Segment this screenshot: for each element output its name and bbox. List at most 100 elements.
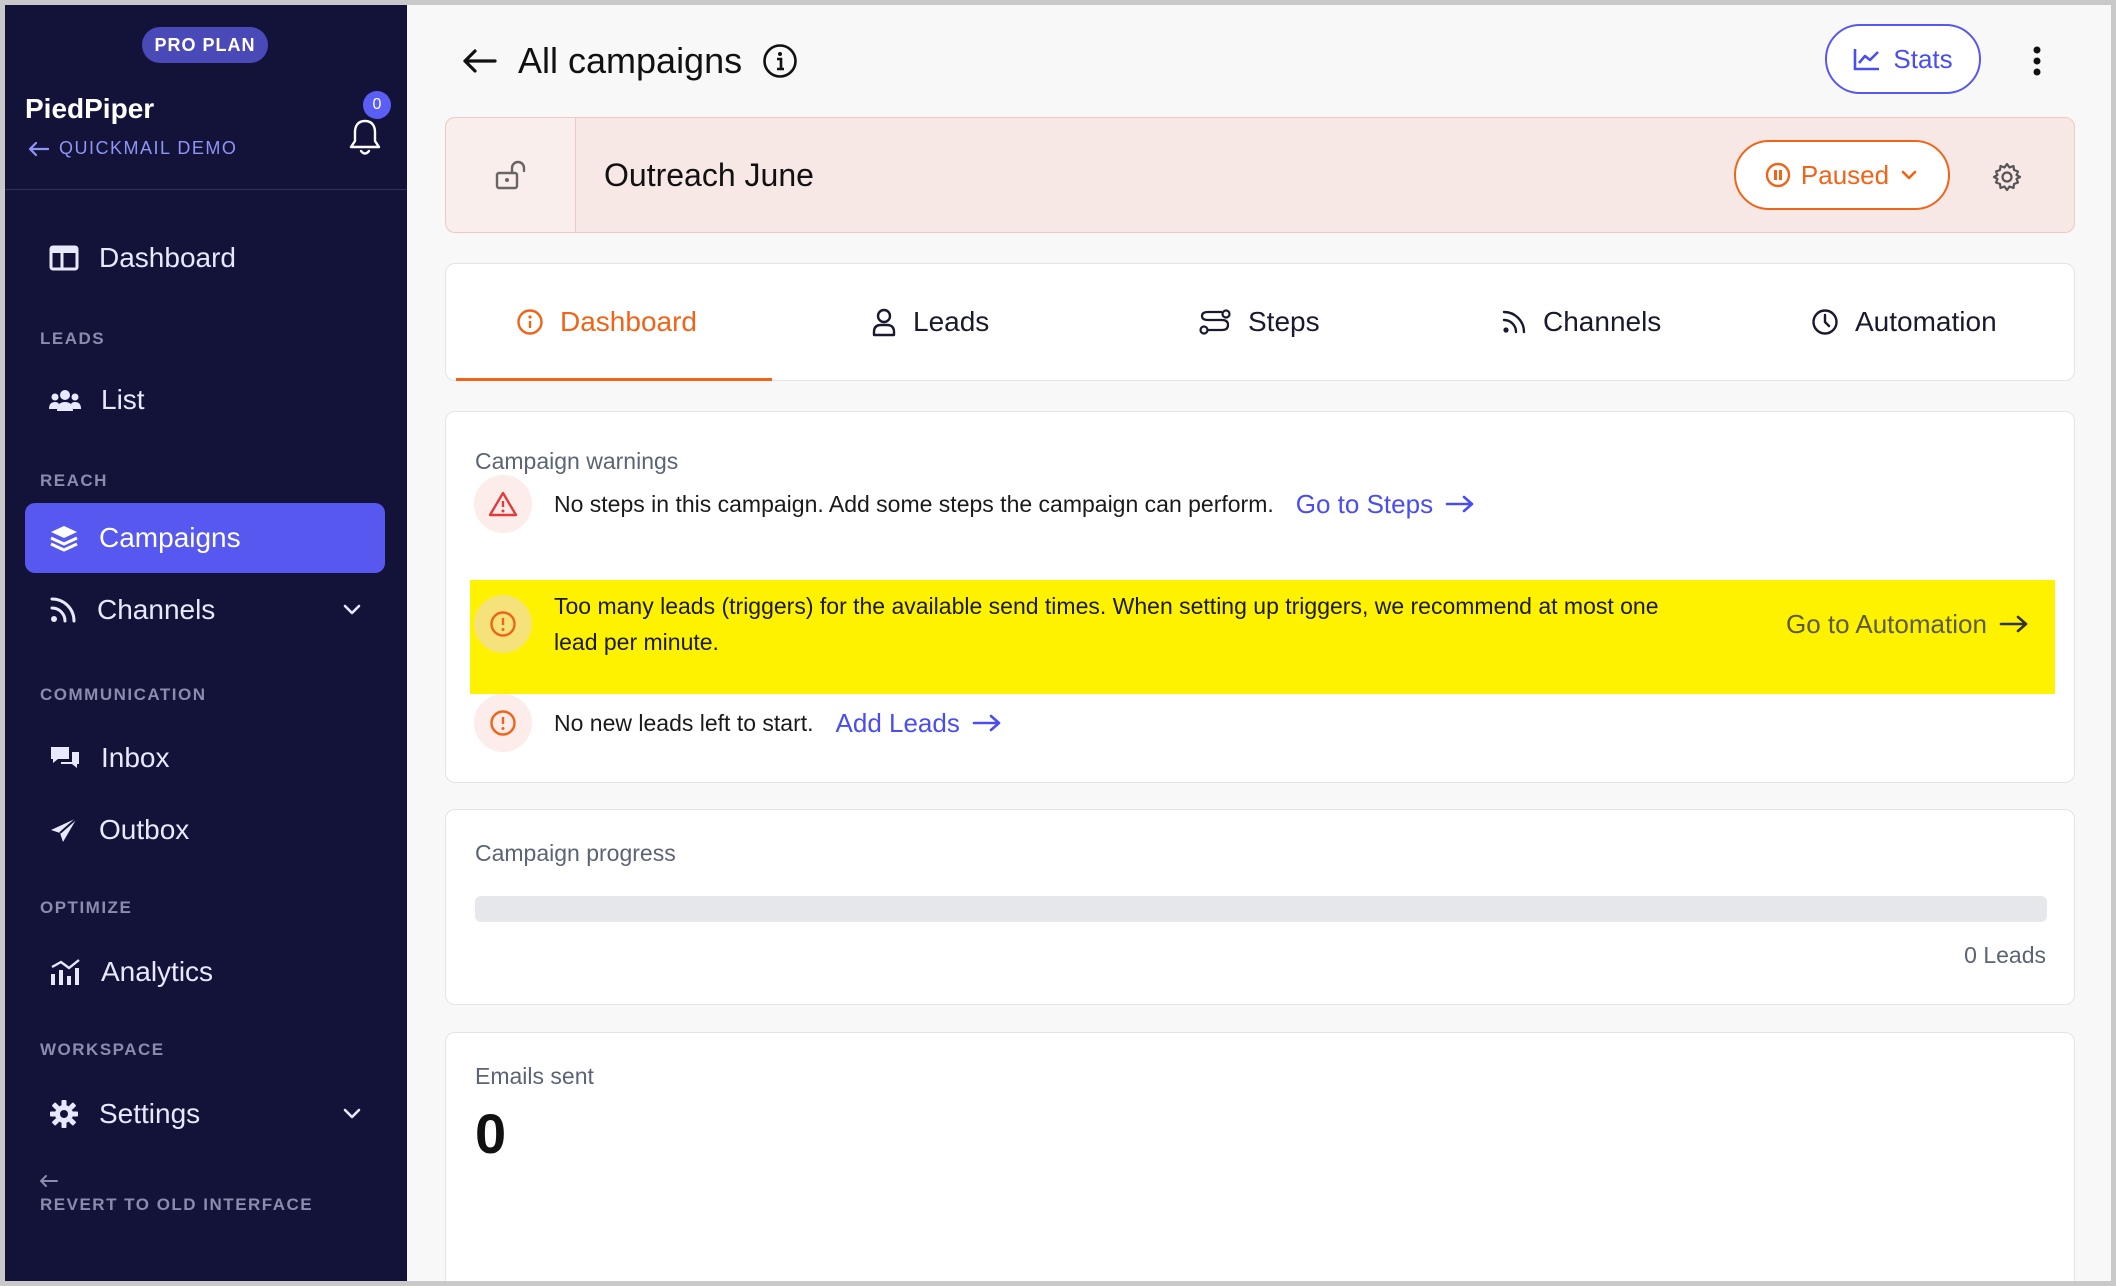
- settings-gear-icon[interactable]: [1992, 162, 2022, 192]
- sidebar-item-label: Outbox: [99, 814, 190, 845]
- section-communication: COMMUNICATION: [40, 685, 207, 704]
- users-icon: [49, 390, 81, 411]
- stats-button[interactable]: Stats: [1825, 24, 1981, 94]
- page-header: All campaigns: [462, 40, 798, 82]
- tab-leads[interactable]: Leads: [871, 264, 989, 380]
- revert-interface-link[interactable]: REVERT TO OLD INTERFACE: [40, 1195, 313, 1215]
- main-content: All campaigns Stats Outreach June Paused: [407, 5, 2111, 1281]
- tab-label: Leads: [913, 306, 990, 337]
- chevron-down-icon: [343, 604, 361, 615]
- clock-icon: [1812, 309, 1838, 335]
- tab-label: Steps: [1248, 306, 1320, 337]
- section-optimize: OPTIMIZE: [40, 898, 133, 917]
- campaign-warnings-card: Campaign warnings No steps in this campa…: [445, 411, 2075, 783]
- warning-text: Too many leads (triggers) for the availa…: [554, 588, 1754, 660]
- progress-bar: [475, 896, 2047, 922]
- page-title: All campaigns: [518, 40, 743, 81]
- sidebar-item-dashboard[interactable]: Dashboard: [25, 223, 385, 293]
- section-workspace: WORKSPACE: [40, 1040, 165, 1059]
- layout-icon: [49, 245, 79, 271]
- sidebar: PRO PLAN PiedPiper QUICKMAIL DEMO 0 Dash…: [5, 5, 407, 1281]
- route-icon: [1199, 309, 1231, 335]
- info-icon[interactable]: [762, 43, 798, 79]
- arrow-right-icon: [1445, 495, 1474, 513]
- warning-text-line: Too many leads (triggers) for the availa…: [554, 593, 1659, 619]
- tab-label: Channels: [1543, 306, 1662, 337]
- sidebar-item-label: Analytics: [101, 956, 214, 987]
- tab-steps[interactable]: Steps: [1198, 264, 1320, 380]
- more-options-icon[interactable]: [2031, 45, 2043, 77]
- alert-circle-icon: [490, 611, 516, 637]
- sidebar-item-inbox[interactable]: Inbox: [25, 723, 385, 793]
- sidebar-item-outbox[interactable]: Outbox: [25, 795, 385, 865]
- alert-triangle-icon: [488, 491, 518, 517]
- sidebar-item-settings[interactable]: Settings: [25, 1079, 385, 1149]
- arrow-right-icon: [972, 714, 1001, 732]
- sidebar-item-label: Inbox: [101, 742, 170, 773]
- chevron-down-icon: [1901, 170, 1917, 180]
- tab-dashboard[interactable]: Dashboard: [516, 264, 697, 380]
- warnings-title: Campaign warnings: [475, 448, 679, 474]
- sidebar-item-list[interactable]: List: [25, 365, 385, 435]
- tab-automation[interactable]: Automation: [1811, 264, 1997, 380]
- status-dropdown[interactable]: Paused: [1734, 140, 1950, 210]
- back-arrow-icon[interactable]: [462, 48, 498, 74]
- sidebar-item-analytics[interactable]: Analytics: [25, 937, 385, 1007]
- sidebar-item-label: Channels: [97, 594, 216, 625]
- emails-sent-card: Emails sent 0: [445, 1032, 2075, 1281]
- paper-plane-icon: [51, 817, 78, 842]
- rss-icon: [1502, 310, 1526, 334]
- gear-icon: [50, 1100, 78, 1128]
- chart-icon: [51, 959, 80, 985]
- sidebar-divider: [5, 189, 407, 190]
- sidebar-item-label: List: [101, 384, 145, 415]
- warning-text-line: lead per minute.: [554, 629, 719, 655]
- campaign-progress-card: Campaign progress 0 Leads: [445, 809, 2075, 1005]
- tab-label: Automation: [1855, 306, 1997, 337]
- layers-icon: [50, 526, 78, 552]
- campaign-header-card: Outreach June Paused: [445, 117, 2075, 233]
- warning-row: Too many leads (triggers) for the availa…: [474, 588, 2054, 660]
- emails-sent-title: Emails sent: [475, 1063, 594, 1089]
- status-label: Paused: [1800, 159, 1890, 190]
- arrow-right-icon: [1999, 615, 2028, 633]
- sidebar-item-campaigns[interactable]: Campaigns: [25, 503, 385, 573]
- chat-icon: [51, 747, 79, 768]
- section-reach: REACH: [40, 471, 108, 490]
- sidebar-item-channels[interactable]: Channels: [25, 575, 385, 645]
- add-leads-link[interactable]: Add Leads: [836, 708, 1002, 739]
- unlock-icon: [495, 160, 525, 190]
- progress-title: Campaign progress: [475, 840, 676, 866]
- lock-toggle[interactable]: [446, 118, 576, 232]
- sidebar-item-label: Campaigns: [99, 522, 241, 553]
- tab-channels[interactable]: Channels: [1501, 264, 1661, 380]
- bell-icon[interactable]: [347, 117, 383, 157]
- org-sub-label: QUICKMAIL DEMO: [59, 138, 238, 158]
- info-circle-icon: [517, 309, 543, 335]
- campaign-tabs: Dashboard Leads Steps Channels Automatio…: [445, 263, 2075, 381]
- org-name[interactable]: PiedPiper: [25, 93, 154, 125]
- link-label: Add Leads: [835, 707, 960, 738]
- link-label: Go to Steps: [1295, 488, 1434, 519]
- alert-circle-icon: [490, 710, 516, 736]
- leads-count: 0 Leads: [1964, 942, 2046, 968]
- warning-badge: [474, 694, 532, 752]
- campaign-name[interactable]: Outreach June: [604, 157, 814, 194]
- go-to-automation-link[interactable]: Go to Automation: [1786, 609, 2029, 640]
- arrow-left-icon: [28, 141, 49, 156]
- go-to-steps-link[interactable]: Go to Steps: [1296, 489, 1475, 520]
- warning-text: No new leads left to start.: [554, 709, 814, 736]
- active-tab-indicator: [456, 378, 772, 381]
- warning-row: No steps in this campaign. Add some step…: [474, 475, 1475, 533]
- tab-label: Dashboard: [560, 306, 697, 337]
- rss-icon: [50, 597, 76, 623]
- warning-text: No steps in this campaign. Add some step…: [554, 490, 1274, 517]
- emails-sent-value: 0: [475, 1102, 507, 1165]
- stats-label: Stats: [1893, 43, 1953, 74]
- chevron-down-icon: [343, 1108, 361, 1119]
- section-leads: LEADS: [40, 329, 106, 348]
- link-label: Go to Automation: [1786, 608, 1987, 639]
- warning-badge: [474, 475, 532, 533]
- plan-badge: PRO PLAN: [142, 27, 268, 63]
- org-switch-link[interactable]: QUICKMAIL DEMO: [27, 138, 237, 159]
